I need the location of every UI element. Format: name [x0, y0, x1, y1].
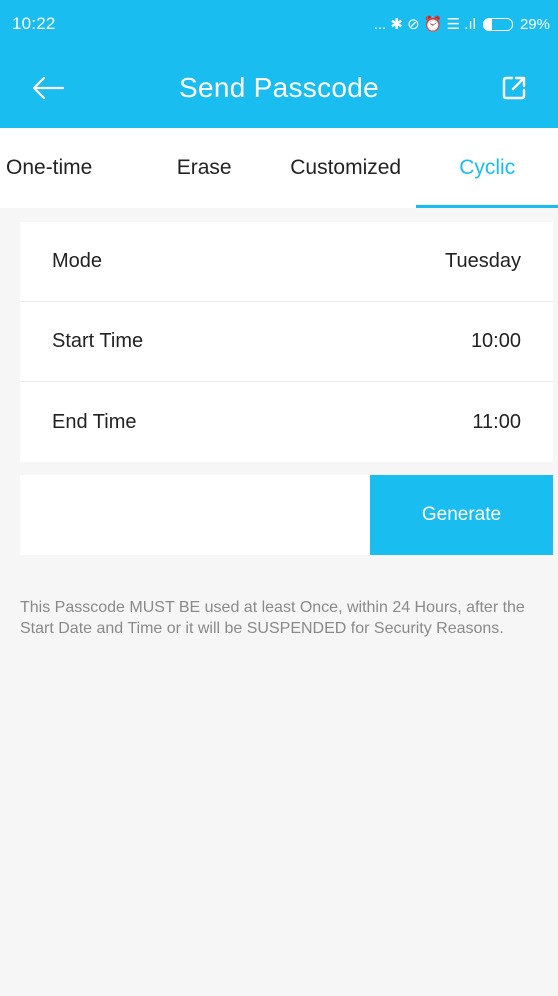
battery-fill	[483, 18, 493, 30]
tab-one-time[interactable]: One-time	[0, 128, 133, 208]
page-title: Send Passcode	[178, 72, 380, 103]
tab-customized[interactable]: Customized	[275, 128, 417, 208]
external-link-icon	[502, 76, 526, 100]
mode-value: Tuesday	[445, 250, 521, 272]
end-time-row[interactable]: End Time 11:00	[20, 382, 553, 462]
generate-button[interactable]: Generate	[370, 475, 553, 555]
status-bar: 10:22 ... ✱ ⊘ ⏰ ☰ .ıl 29%	[0, 0, 558, 48]
share-button[interactable]	[496, 70, 532, 106]
app-bar: Send Passcode	[0, 48, 558, 128]
arrow-left-icon	[32, 76, 65, 100]
status-icons: ... ✱ ⊘ ⏰ ☰ .ıl 29%	[373, 15, 550, 34]
screen: 10:22 ... ✱ ⊘ ⏰ ☰ .ıl 29% Send Passcode	[0, 0, 558, 996]
generate-bar: Generate	[20, 475, 553, 555]
settings-card: Mode Tuesday Start Time 10:00 End Time 1…	[20, 222, 553, 462]
back-button[interactable]	[28, 70, 68, 106]
status-time: 10:22	[12, 14, 56, 33]
mode-row[interactable]: Mode Tuesday	[20, 222, 553, 302]
tab-cyclic[interactable]: Cyclic	[416, 128, 558, 208]
header: 10:22 ... ✱ ⊘ ⏰ ☰ .ıl 29% Send Passcode	[0, 0, 558, 128]
tab-bar: One-time Erase Customized Cyclic	[0, 128, 558, 208]
passcode-field[interactable]	[20, 475, 370, 555]
battery-percent: 29%	[519, 15, 550, 33]
start-time-label: Start Time	[52, 330, 144, 352]
tab-erase[interactable]: Erase	[133, 128, 275, 208]
start-time-row[interactable]: Start Time 10:00	[20, 302, 553, 382]
end-time-value: 11:00	[472, 410, 521, 433]
mode-label: Mode	[52, 250, 103, 272]
notice-text: This Passcode MUST BE used at least Once…	[20, 599, 525, 637]
end-time-label: End Time	[52, 410, 137, 433]
battery-icon	[482, 17, 513, 31]
start-time-value: 10:00	[470, 330, 521, 352]
status-indicator-icons: ... ✱ ⊘ ⏰ ☰ .ıl	[373, 16, 476, 33]
